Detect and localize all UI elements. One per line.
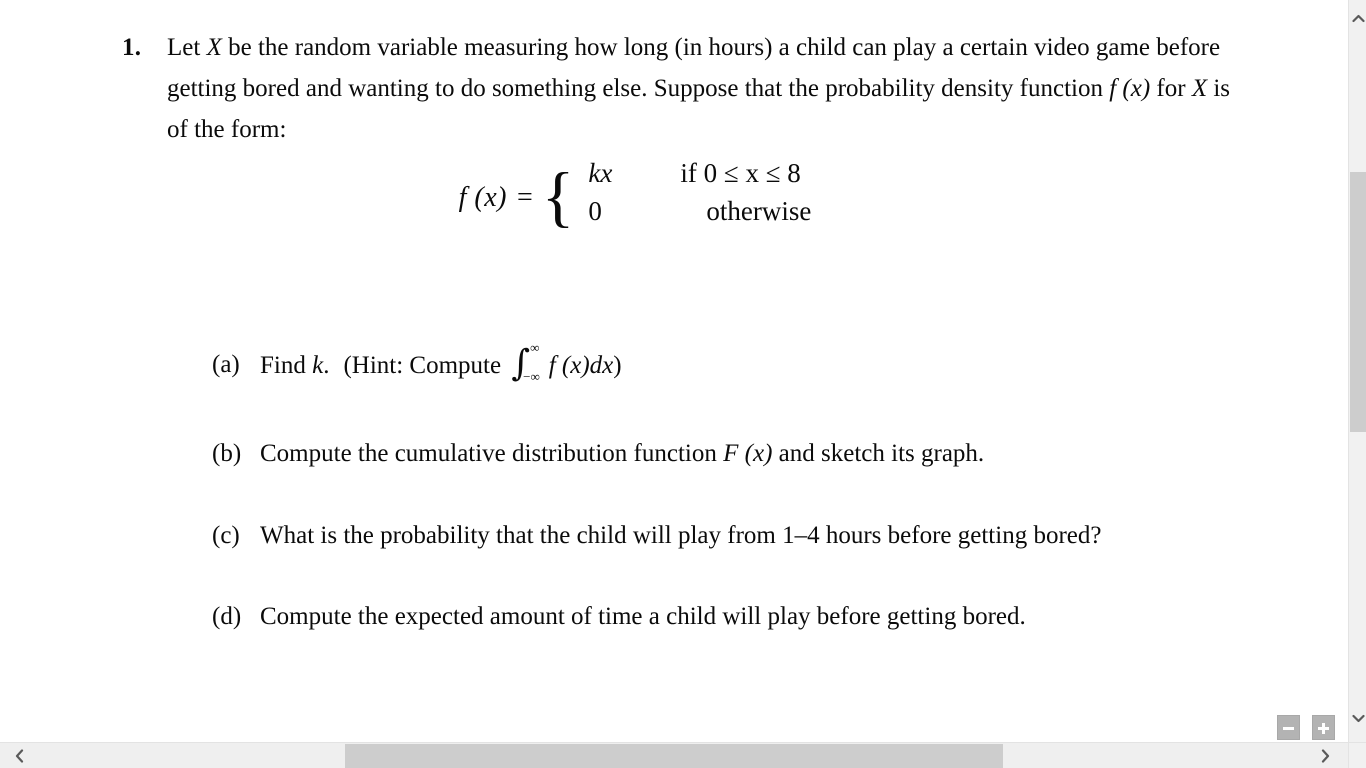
subpart-a-text: Find k. (Hint: Compute ∫ ∞ −∞ f (x)dx) bbox=[260, 341, 1252, 386]
vertical-scrollbar-thumb[interactable] bbox=[1350, 172, 1366, 432]
problem-header: 1. Let X be the random variable measurin… bbox=[122, 27, 1262, 150]
vertical-scrollbar[interactable] bbox=[1348, 0, 1366, 742]
problem-subparts: (a) Find k. (Hint: Compute ∫ ∞ −∞ f (x)dx) (… bbox=[212, 341, 1252, 637]
subpart-c-text: What is the probability that the child w… bbox=[260, 522, 1102, 549]
subpart-d-text: Compute the expected amount of time a ch… bbox=[260, 603, 1026, 630]
chevron-up-icon bbox=[1351, 14, 1365, 22]
case-2-condition: otherwise bbox=[706, 196, 812, 226]
subpart-d-label: (d) bbox=[212, 603, 242, 630]
case-row-1: kx if 0 ≤ x ≤ 8 bbox=[580, 160, 811, 198]
stem-function-fx: f (x) bbox=[1109, 75, 1151, 102]
subpart-a: (a) Find k. (Hint: Compute ∫ ∞ −∞ f (x)dx) bbox=[212, 341, 1252, 386]
document-viewer-window: 1. Let X be the random variable measurin… bbox=[0, 0, 1366, 768]
problem-number: 1. bbox=[122, 34, 142, 61]
subpart-a-text-after: . bbox=[323, 352, 330, 379]
chevron-right-icon bbox=[1321, 748, 1329, 763]
subpart-a-symbol-k: k bbox=[312, 352, 324, 379]
subpart-d: (d) Compute the expected amount of time … bbox=[212, 597, 1252, 637]
stem-variable-x-1: X bbox=[206, 34, 222, 61]
display-equation-container: f (x) = { kx if 0 ≤ x ≤ 8 0 otherwise bbox=[0, 160, 1270, 236]
horizontal-scrollbar[interactable] bbox=[0, 742, 1348, 768]
chevron-down-icon bbox=[1351, 714, 1365, 722]
horizontal-scrollbar-thumb[interactable] bbox=[345, 744, 1003, 768]
equation-left-hand-side: f (x) bbox=[458, 182, 507, 213]
subpart-a-hint-open: (Hint: Compute bbox=[343, 352, 508, 379]
subpart-b-label: (b) bbox=[212, 440, 242, 467]
scroll-left-button[interactable] bbox=[4, 743, 34, 768]
subpart-b: (b) Compute the cumulative distribution … bbox=[212, 434, 1252, 474]
integral-integrand: f (x)dx bbox=[548, 352, 614, 379]
plus-icon-vertical bbox=[1322, 723, 1325, 734]
stem-text-3: for bbox=[1150, 75, 1192, 102]
problem-block: 1. Let X be the random variable measurin… bbox=[122, 27, 1262, 150]
integral-upper-limit: ∞ bbox=[530, 340, 540, 355]
piecewise-cases: kx if 0 ≤ x ≤ 8 0 otherwise bbox=[580, 160, 811, 236]
document-page: 1. Let X be the random variable measurin… bbox=[0, 0, 1338, 742]
stem-text-2: be the random variable measuring how lon… bbox=[167, 34, 1221, 102]
stem-variable-x-2: X bbox=[1191, 75, 1208, 102]
zoom-out-button[interactable] bbox=[1277, 715, 1300, 740]
subpart-a-label: (a) bbox=[212, 351, 240, 378]
subpart-b-text-after: and sketch its graph. bbox=[772, 440, 985, 467]
chevron-left-icon bbox=[15, 748, 23, 763]
case-1-value: kx bbox=[588, 158, 613, 188]
document-viewport[interactable]: 1. Let X be the random variable measurin… bbox=[0, 0, 1338, 742]
scroll-up-button[interactable] bbox=[1349, 6, 1366, 30]
problem-statement: Let X be the random variable measuring h… bbox=[167, 27, 1245, 150]
integral-lower-limit: −∞ bbox=[523, 369, 540, 384]
case-2-value: 0 bbox=[588, 196, 602, 226]
scroll-down-button[interactable] bbox=[1349, 706, 1366, 730]
minus-icon bbox=[1283, 727, 1294, 730]
scroll-right-button[interactable] bbox=[1310, 743, 1340, 768]
case-1-condition: if 0 ≤ x ≤ 8 bbox=[680, 158, 801, 188]
integral-limits: ∞ −∞ bbox=[523, 341, 542, 384]
case-row-2: 0 otherwise bbox=[580, 198, 811, 236]
equals-sign: = bbox=[516, 182, 533, 213]
zoom-in-button[interactable] bbox=[1312, 715, 1335, 740]
subpart-b-symbol-Fx: F (x) bbox=[723, 440, 773, 467]
zoom-controls bbox=[1277, 715, 1339, 741]
definite-integral-expression: ∫ ∞ −∞ bbox=[511, 341, 546, 384]
scrollbar-corner bbox=[1348, 742, 1366, 768]
subpart-b-text: Compute the cumulative distribution func… bbox=[260, 434, 1252, 474]
subpart-c-label: (c) bbox=[212, 522, 240, 549]
piecewise-function-equation: f (x) = { kx if 0 ≤ x ≤ 8 0 otherwise bbox=[459, 160, 812, 236]
subpart-a-text-before: Find bbox=[260, 352, 313, 379]
subpart-a-hint-close: ) bbox=[613, 352, 622, 379]
subpart-b-text-before: Compute the cumulative distribution func… bbox=[260, 440, 724, 467]
stem-text-1: Let bbox=[167, 34, 207, 61]
subpart-c: (c) What is the probability that the chi… bbox=[212, 516, 1252, 556]
left-curly-brace: { bbox=[541, 158, 575, 235]
